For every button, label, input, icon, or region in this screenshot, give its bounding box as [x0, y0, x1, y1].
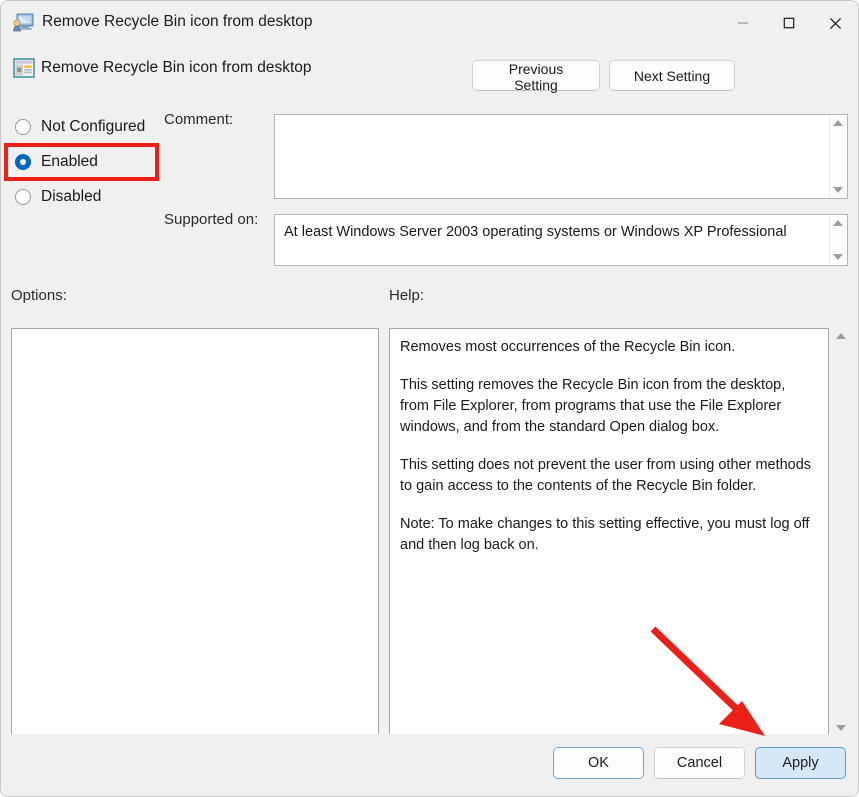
radio-enabled[interactable]: Enabled	[15, 150, 98, 174]
setting-title: Remove Recycle Bin icon from desktop	[41, 59, 312, 76]
comment-label: Comment:	[164, 111, 234, 128]
help-pane: Removes most occurrences of the Recycle …	[389, 328, 829, 736]
scroll-down-icon[interactable]	[833, 254, 843, 260]
help-paragraph: Note: To make changes to this setting ef…	[400, 516, 810, 553]
group-policy-dialog-icon	[13, 58, 35, 78]
comment-input[interactable]	[274, 114, 848, 199]
policy-setting-icon	[13, 13, 34, 32]
radio-mark-disabled	[15, 189, 31, 205]
supported-on-input[interactable]: At least Windows Server 2003 operating s…	[274, 214, 848, 266]
minimize-icon[interactable]	[720, 1, 766, 45]
help-paragraph: Removes most occurrences of the Recycle …	[400, 339, 736, 355]
cancel-button[interactable]: Cancel	[654, 747, 745, 779]
supported-on-label: Supported on:	[164, 211, 259, 228]
apply-button[interactable]: Apply	[755, 747, 846, 779]
title-bar: Remove Recycle Bin icon from desktop	[1, 1, 858, 45]
help-scrollbar[interactable]	[832, 328, 849, 736]
radio-label-enabled: Enabled	[41, 153, 98, 170]
help-label: Help:	[389, 287, 425, 304]
radio-label-disabled: Disabled	[41, 188, 102, 205]
next-setting-button[interactable]: Next Setting	[609, 60, 735, 91]
radio-mark-not-configured	[15, 119, 31, 135]
window-title: Remove Recycle Bin icon from desktop	[42, 13, 313, 30]
maximize-icon[interactable]	[766, 1, 812, 45]
comment-scrollbar[interactable]	[829, 116, 846, 197]
help-paragraph: This setting does not prevent the user f…	[400, 457, 812, 494]
supported-on-scrollbar[interactable]	[829, 216, 846, 264]
scroll-down-icon[interactable]	[835, 725, 846, 731]
ok-button[interactable]: OK	[553, 747, 644, 779]
scroll-down-icon[interactable]	[833, 187, 843, 193]
radio-not-configured[interactable]: Not Configured	[15, 115, 145, 139]
policy-setting-dialog: Remove Recycle Bin icon from desktop Rem…	[0, 0, 859, 797]
radio-mark-enabled	[15, 154, 31, 170]
previous-setting-button[interactable]: Previous Setting	[472, 60, 600, 93]
radio-disabled[interactable]: Disabled	[15, 185, 101, 209]
options-pane[interactable]	[11, 328, 379, 736]
dialog-footer: OK Cancel Apply	[1, 734, 858, 796]
scroll-up-icon[interactable]	[833, 120, 843, 126]
help-paragraph: This setting removes the Recycle Bin ico…	[400, 377, 786, 435]
radio-label-not-configured: Not Configured	[41, 118, 146, 135]
options-label: Options:	[11, 287, 67, 304]
setting-header: Remove Recycle Bin icon from desktop Pre…	[1, 45, 858, 107]
caption-buttons	[720, 1, 858, 45]
close-icon[interactable]	[812, 1, 858, 45]
scroll-up-icon[interactable]	[833, 220, 843, 226]
help-content: Removes most occurrences of the Recycle …	[400, 337, 818, 556]
scroll-up-icon[interactable]	[835, 333, 846, 339]
supported-on-value: At least Windows Server 2003 operating s…	[284, 224, 787, 240]
